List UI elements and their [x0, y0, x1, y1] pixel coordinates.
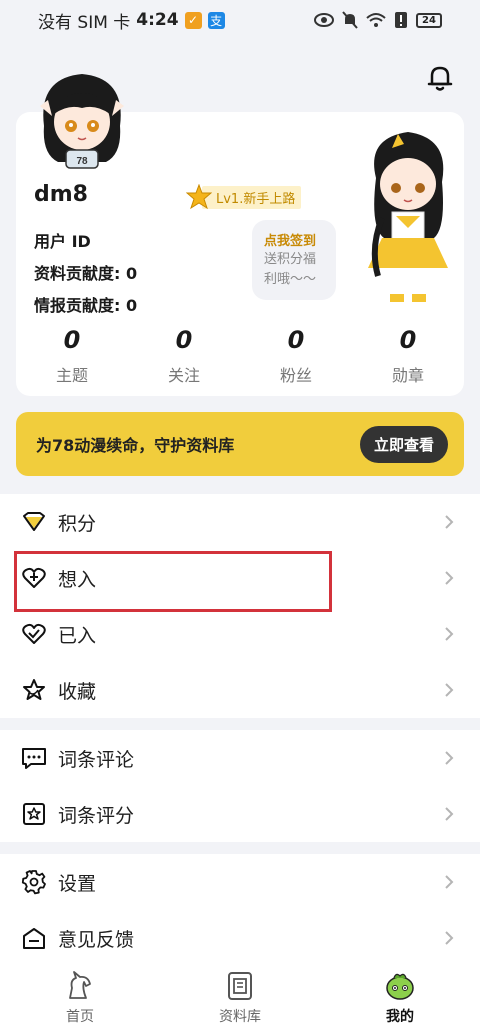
menu-item-points[interactable]: 积分 [0, 494, 480, 550]
menu-label: 设置 [58, 872, 97, 895]
stat-medals[interactable]: 0 勋章 [352, 326, 464, 396]
bell-icon[interactable] [424, 62, 456, 94]
menu-item-settings[interactable]: 设置 [0, 854, 480, 910]
stat-number: 0 [63, 326, 81, 354]
library-icon [228, 972, 252, 1000]
stat-fans[interactable]: 0 粉丝 [240, 326, 352, 396]
stat-number: 0 [399, 326, 417, 354]
stat-number: 0 [287, 326, 305, 354]
stats-row: 0 主题 0 关注 0 粉丝 0 勋章 [16, 326, 464, 396]
stat-number: 0 [175, 326, 193, 354]
heart-check-icon [20, 620, 48, 648]
checkin-bubble[interactable]: 点我签到 送积分福 利哦～～ [252, 220, 336, 300]
menu-group-settings: 设置 意见反馈 [0, 854, 480, 966]
diamond-icon [20, 508, 48, 536]
checkin-sub1: 送积分福 [264, 252, 317, 267]
menu-item-owned[interactable]: 已入 [0, 606, 480, 662]
mute-icon [342, 11, 358, 29]
tab-home[interactable]: 首页 [0, 966, 160, 1027]
feedback-icon [20, 924, 48, 952]
status-bar: 没有 SIM 卡 4:24 ✓ 支 24 [0, 0, 480, 40]
gear-icon [20, 868, 48, 896]
checkin-title: 点我签到 [264, 234, 317, 249]
carrier-text: 没有 SIM 卡 [38, 12, 131, 33]
view-now-button[interactable]: 立即查看 [359, 425, 448, 463]
stat-label: 粉丝 [279, 366, 312, 385]
alert-icon [395, 12, 407, 28]
stat-label: 主题 [55, 366, 88, 385]
stat-topics[interactable]: 0 主题 [16, 326, 128, 396]
menu-label: 词条评论 [58, 748, 135, 771]
support-banner[interactable]: 为78动漫续命，守护资料库 立即查看 [16, 412, 464, 476]
tab-label: 资料库 [219, 1009, 261, 1025]
chevron-right-icon [445, 571, 454, 585]
chevron-right-icon [445, 683, 454, 697]
unicorn-home-icon [69, 971, 91, 999]
chevron-right-icon [445, 875, 454, 889]
mascot-illustration[interactable] [356, 118, 460, 314]
username: dm8 [34, 182, 88, 207]
avatar-jersey-number: 78 [76, 156, 88, 167]
menu-item-entry-comments[interactable]: 词条评论 [0, 730, 480, 786]
app-badge-icon: 支 [207, 11, 225, 29]
bottom-tab-bar: 首页 资料库 我的 [0, 966, 480, 1027]
user-id-label: 用户 ID [34, 232, 91, 251]
star-badge-icon [186, 184, 212, 210]
clock: 4:24 [136, 10, 179, 30]
banner-text: 为78动漫续命，守护资料库 [36, 436, 235, 455]
check-badge-icon: ✓ [184, 11, 202, 29]
menu-item-favorites[interactable]: 收藏 [0, 662, 480, 718]
eye-icon [314, 13, 334, 27]
tab-label: 我的 [386, 1009, 414, 1025]
chevron-right-icon [445, 627, 454, 641]
avatar[interactable]: 78 [36, 70, 128, 170]
rating-icon [20, 800, 48, 828]
chevron-right-icon [445, 751, 454, 765]
data-contribution: 资料贡献度: 0 [34, 264, 138, 283]
level-badge: Lv1.新手上路 [186, 184, 302, 210]
battery-icon: 24 [416, 12, 442, 28]
chevron-right-icon [445, 515, 454, 529]
tab-mine[interactable]: 我的 [320, 966, 480, 1027]
chevron-right-icon [445, 807, 454, 821]
menu-group-entries: 词条评论 词条评分 [0, 730, 480, 842]
tab-library[interactable]: 资料库 [160, 966, 320, 1027]
stat-label: 勋章 [391, 366, 424, 385]
menu-label: 收藏 [58, 680, 97, 703]
menu-item-feedback[interactable]: 意见反馈 [0, 910, 480, 966]
menu-label: 已入 [58, 624, 97, 647]
tab-label: 首页 [66, 1009, 94, 1025]
stat-label: 关注 [167, 366, 200, 385]
stat-following[interactable]: 0 关注 [128, 326, 240, 396]
battery-level: 24 [422, 14, 436, 26]
highlight-box [14, 551, 332, 612]
checkin-sub2: 利哦～～ [264, 272, 317, 287]
menu-label: 积分 [58, 512, 97, 535]
comment-icon [20, 744, 48, 772]
chevron-right-icon [445, 931, 454, 945]
profile-tab-icon [386, 973, 414, 1000]
intel-contribution: 情报贡献度: 0 [34, 296, 138, 315]
menu-label: 词条评分 [58, 804, 135, 827]
wifi-icon [366, 13, 386, 27]
level-label: Lv1.新手上路 [202, 185, 302, 209]
menu-label: 意见反馈 [58, 928, 135, 951]
star-icon [20, 676, 48, 704]
menu-item-entry-ratings[interactable]: 词条评分 [0, 786, 480, 842]
